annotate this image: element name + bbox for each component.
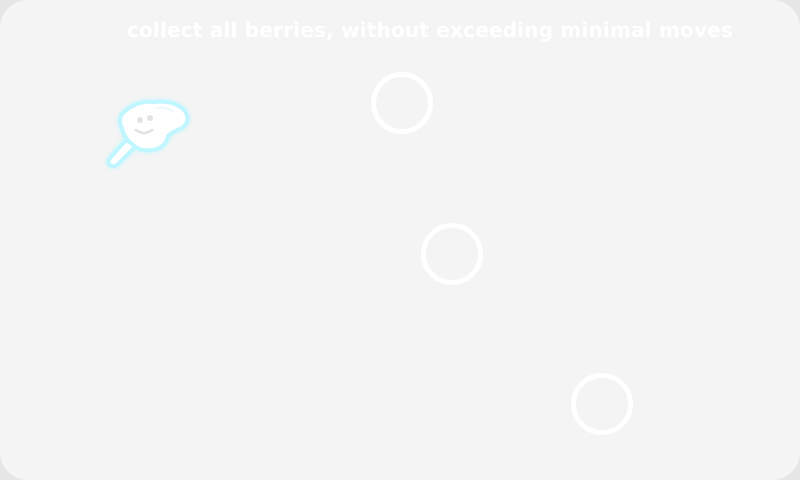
berry-slot-1[interactable] — [371, 72, 433, 134]
instruction-text: collect all berries, without exceeding m… — [126, 18, 734, 42]
berry-slot-2[interactable] — [421, 223, 483, 285]
game-board: collect all berries, without exceeding m… — [0, 0, 800, 480]
berry-slot-3[interactable] — [571, 373, 633, 435]
hedgehog-character-icon — [106, 99, 190, 169]
player-character[interactable] — [96, 92, 196, 178]
